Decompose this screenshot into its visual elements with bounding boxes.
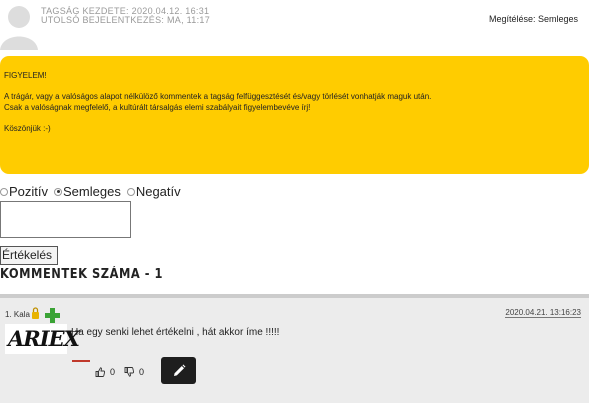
vote-controls: 0 0 (95, 367, 153, 377)
comments-count-heading: KOMMENTEK SZÁMA - 1 (0, 267, 164, 282)
like-count: 0 (110, 367, 116, 377)
warning-title: FIGYELEM! (4, 71, 47, 80)
warning-thanks: Köszönjük :-) (4, 124, 51, 133)
badge-icon (32, 307, 39, 319)
last-login: UTOLSÓ BEJELENTKEZÉS: MA, 11:17 (41, 15, 211, 25)
edit-button[interactable] (161, 357, 196, 384)
radio-neutral-circle[interactable] (54, 187, 63, 196)
radio-neutral-label: Semleges (63, 184, 121, 199)
rating-summary: Megítélése: Semleges (488, 14, 578, 24)
radio-negative-label: Negatív (135, 184, 181, 199)
comment-text: Ha egy senki lehet értékelni , hát akkor… (71, 327, 280, 338)
radio-positive[interactable]: Pozitív (0, 184, 48, 199)
warning-line-1: A trágár, vagy a valóságos alapot nélkül… (4, 92, 432, 101)
radio-neutral[interactable]: Semleges (54, 184, 121, 199)
avatar (0, 2, 38, 50)
warning-line-2: Csak a valóságnak megfelelő, a kultúrált… (4, 103, 311, 112)
comment-author[interactable]: 1. Kala (5, 310, 30, 319)
vote-bar (72, 360, 90, 362)
thumbs-up-icon[interactable] (95, 367, 105, 377)
rating-options: Pozitív Semleges Negatív (0, 184, 187, 199)
submit-rating-button[interactable]: Értékelés (0, 246, 58, 265)
radio-positive-circle[interactable] (0, 187, 8, 196)
profile-meta: TAGSÁG KEZDETE: 2020.04.12. 16:31 UTOLSÓ… (41, 7, 210, 25)
thumbs-down-icon[interactable] (124, 367, 135, 377)
comment-avatar-logo: ARIEX (5, 324, 80, 354)
radio-negative[interactable]: Negatív (126, 184, 181, 199)
radio-positive-label: Pozitív (9, 184, 49, 199)
warning-box: FIGYELEM! A trágár, vagy a valóságos ala… (0, 56, 589, 174)
radio-negative-circle[interactable] (126, 187, 135, 196)
plus-icon (45, 308, 60, 323)
dislike-count: 0 (139, 367, 145, 377)
comment-date: 2020.04.21. 13:16:23 (505, 308, 581, 318)
comment-item: 1. Kala ARIEX Ha egy senki lehet értékel… (0, 298, 589, 403)
comment-textarea[interactable] (0, 201, 131, 238)
pencil-icon (173, 364, 185, 376)
logo-text: ARIEX (8, 326, 80, 351)
